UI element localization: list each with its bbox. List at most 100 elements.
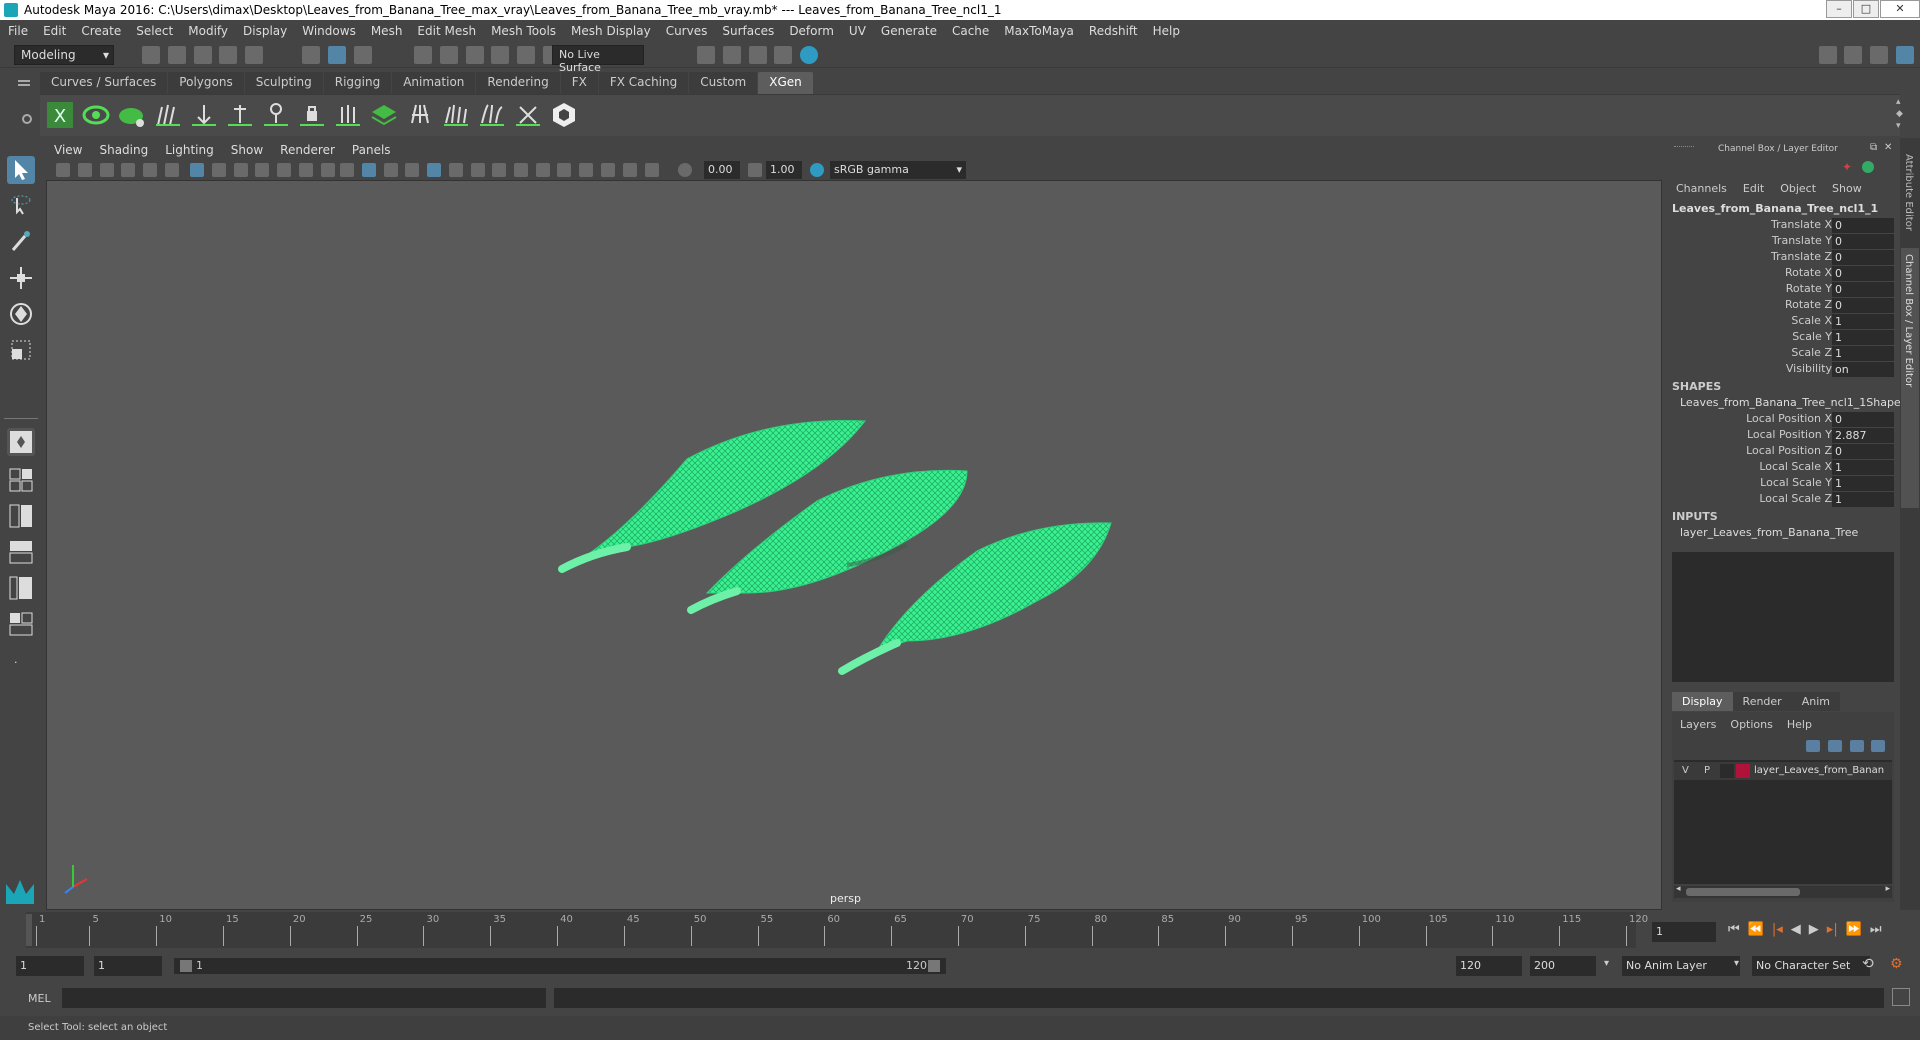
range-end-handle[interactable] (928, 960, 940, 972)
channel-attr-value-field[interactable]: 1 (1832, 346, 1894, 361)
menu-cache[interactable]: Cache (952, 24, 989, 38)
input-node-name[interactable]: layer_Leaves_from_Banana_Tree (1680, 526, 1858, 539)
tool-settings-toggle-icon[interactable] (1870, 46, 1889, 64)
move-layer-up-icon[interactable] (1806, 739, 1820, 752)
snap-grid-icon[interactable] (414, 46, 432, 64)
modeling-toolkit-icon[interactable] (1818, 46, 1837, 64)
chevron-down-icon[interactable]: ▾ (1734, 958, 1739, 969)
shape-attr-row[interactable]: Local Scale Y1 (1666, 476, 1900, 492)
layer-color-swatch[interactable] (1736, 764, 1750, 778)
menu-help[interactable]: Help (1153, 24, 1180, 38)
menu-display[interactable]: Display (243, 24, 287, 38)
command-input[interactable] (62, 988, 546, 1008)
channel-attr-row[interactable]: Translate Y0 (1666, 234, 1900, 250)
film-gate-icon[interactable] (211, 162, 226, 177)
mode-dropdown[interactable]: Modeling ▾ (14, 45, 114, 65)
auto-key-icon[interactable]: ⟲ (1862, 956, 1874, 972)
hypershade-layout-icon[interactable] (7, 574, 35, 602)
move-layer-down-icon[interactable] (1827, 739, 1842, 752)
minimize-icon[interactable]: – (1826, 0, 1852, 18)
open-scene-icon[interactable] (167, 46, 186, 64)
shelf-tab-animation[interactable]: Animation (392, 72, 476, 94)
menu-select[interactable]: Select (136, 24, 173, 38)
move-tool-icon[interactable] (7, 264, 35, 292)
new-layer-from-selected-icon[interactable] (1871, 739, 1886, 752)
view-transform-dropdown[interactable]: sRGB gamma ▾ (830, 161, 966, 179)
vp-menu-panels[interactable]: Panels (352, 143, 391, 157)
bookmark-icon[interactable] (99, 162, 114, 177)
channel-attr-value-field[interactable]: 0 (1832, 250, 1894, 265)
shape-attr-value-field[interactable]: 2.887 (1832, 428, 1894, 443)
snap-surface-icon[interactable] (517, 46, 536, 64)
wireframe-icon[interactable] (340, 162, 354, 177)
play-forwards-icon[interactable]: ▶ (1809, 922, 1819, 937)
channel-attr-value-field[interactable]: 0 (1832, 234, 1894, 249)
paint-select-tool-icon[interactable] (7, 228, 35, 256)
xgen-guide-length-icon[interactable] (226, 101, 254, 129)
select-component-icon[interactable] (353, 46, 372, 64)
xgen-guide-comb-icon[interactable] (406, 101, 434, 129)
perspective-viewport[interactable] (46, 180, 1662, 910)
outliner-layout-icon[interactable] (7, 502, 35, 530)
image-plane-icon[interactable] (121, 162, 136, 177)
layer-display-type[interactable] (1720, 764, 1734, 778)
color-management-icon[interactable] (810, 163, 824, 177)
close-panel-icon[interactable]: ✕ (1884, 142, 1892, 153)
xgen-lock-guide-icon[interactable] (298, 101, 326, 129)
menu-generate[interactable]: Generate (881, 24, 937, 38)
layer-menu-layers[interactable]: Layers (1680, 718, 1716, 731)
safe-action-icon[interactable] (299, 162, 314, 177)
close-icon[interactable]: ✕ (1880, 0, 1920, 18)
xgen-editor-icon[interactable]: X (46, 101, 74, 129)
animation-start-field[interactable]: 1 (16, 956, 84, 976)
menu-create[interactable]: Create (81, 24, 121, 38)
vp-menu-lighting[interactable]: Lighting (165, 143, 214, 157)
menu-deform[interactable]: Deform (789, 24, 834, 38)
xgen-add-guide-icon[interactable] (190, 101, 218, 129)
vp-menu-renderer[interactable]: Renderer (280, 143, 335, 157)
lasso-tool-icon[interactable] (7, 192, 35, 220)
shape-attr-row[interactable]: Local Position Z0 (1666, 444, 1900, 460)
step-forward-key-icon[interactable]: ▸| (1827, 922, 1838, 937)
four-view-layout-icon[interactable] (7, 466, 35, 494)
single-perspective-layout-icon[interactable] (7, 428, 35, 456)
menu-windows[interactable]: Windows (302, 24, 356, 38)
gate-mask-icon[interactable] (255, 162, 270, 177)
xgen-guide-sculpt-icon[interactable] (262, 101, 290, 129)
go-to-start-icon[interactable]: ⏮ (1728, 922, 1740, 937)
redshift-logo-icon[interactable] (550, 101, 578, 129)
redo-icon[interactable] (245, 46, 264, 64)
undo-icon[interactable] (219, 46, 238, 64)
scale-tool-icon[interactable] (7, 336, 35, 364)
shelf-tab-curves-surfaces[interactable]: Curves / Surfaces (40, 72, 168, 94)
hypershade-icon[interactable] (800, 46, 819, 64)
vp-menu-view[interactable]: View (54, 143, 82, 157)
resolution-gate-icon[interactable] (233, 162, 248, 177)
scroll-right-icon[interactable]: ▸ (1885, 884, 1890, 894)
channel-box-side-tab[interactable]: Channel Box / Layer Editor (1903, 254, 1914, 387)
graph-editor-layout-icon[interactable] (7, 538, 35, 566)
ipr-render-icon[interactable] (748, 46, 767, 64)
step-back-key-icon[interactable]: |◂ (1772, 922, 1783, 937)
shelf-tab-fx[interactable]: FX (560, 72, 598, 94)
shape-name[interactable]: Leaves_from_Banana_Tree_ncl1_1Shape (1680, 396, 1901, 409)
menu-mesh-display[interactable]: Mesh Display (571, 24, 651, 38)
new-empty-layer-icon[interactable] (1849, 739, 1864, 752)
layer-menu-help[interactable]: Help (1787, 718, 1812, 731)
xgen-preview-icon[interactable] (82, 101, 110, 129)
layer-playback-toggle[interactable]: P (1704, 765, 1710, 776)
depth-of-field-icon[interactable] (557, 162, 572, 177)
cb-menu-show[interactable]: Show (1832, 182, 1862, 195)
menu-redshift[interactable]: Redshift (1089, 24, 1138, 38)
shape-attr-row[interactable]: Local Position X0 (1666, 412, 1900, 428)
use-all-lights-icon[interactable] (449, 162, 464, 177)
menu-edit-mesh[interactable]: Edit Mesh (417, 24, 476, 38)
shelf-tab-sculpting[interactable]: Sculpting (244, 72, 323, 94)
xray-joints-icon[interactable] (622, 162, 637, 177)
shape-attr-value-field[interactable]: 1 (1832, 492, 1894, 507)
time-slider[interactable]: 1 5 10 15 20 25 30 35 40 45 50 55 60 65 70 75 80 85 90 95 10… (26, 912, 1648, 948)
channel-attr-row[interactable]: Visibility on (1666, 362, 1900, 378)
layer-name[interactable]: layer_Leaves_from_Banan (1754, 765, 1884, 776)
menu-maxtomaya[interactable]: MaxToMaya (1004, 24, 1074, 38)
channel-attr-value-field[interactable]: 0 (1832, 298, 1894, 313)
